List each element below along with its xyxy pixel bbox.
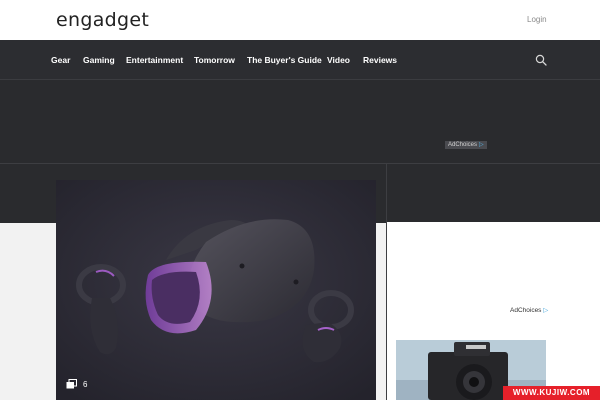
gallery-count-badge[interactable]: 6	[66, 379, 87, 389]
adchoices-badge-sidebar[interactable]: AdChoices ▷	[510, 306, 548, 314]
engadget-logo[interactable]: engadget	[56, 9, 149, 31]
nav-item-buyers-guide[interactable]: The Buyer's Guide	[247, 55, 322, 65]
adchoices-label: AdChoices	[448, 142, 478, 148]
adchoices-badge-top[interactable]: AdChoices ▷	[445, 141, 487, 149]
watermark: WWW.KUJIW.COM	[503, 386, 600, 400]
login-link[interactable]: Login	[527, 15, 547, 24]
nav-item-video[interactable]: Video	[327, 55, 350, 65]
nav-item-gear[interactable]: Gear	[51, 55, 70, 65]
hero-image[interactable]	[56, 180, 376, 400]
gallery-count: 6	[83, 379, 88, 389]
adchoices-triangle-icon: ▷	[479, 142, 484, 148]
vr-headset-illustration	[56, 180, 376, 400]
search-icon[interactable]	[535, 54, 547, 66]
nav-item-gaming[interactable]: Gaming	[83, 55, 115, 65]
banner-divider	[0, 163, 600, 164]
gallery-stack-icon	[66, 379, 77, 389]
nav-item-tomorrow[interactable]: Tomorrow	[194, 55, 235, 65]
site-header: engadget Login	[0, 0, 600, 40]
main-nav: Gear Gaming Entertainment Tomorrow The B…	[0, 40, 600, 80]
adchoices-triangle-icon: ▷	[543, 307, 549, 314]
nav-item-entertainment[interactable]: Entertainment	[126, 55, 183, 65]
adchoices-label: AdChoices	[510, 307, 542, 314]
nav-item-reviews[interactable]: Reviews	[363, 55, 397, 65]
